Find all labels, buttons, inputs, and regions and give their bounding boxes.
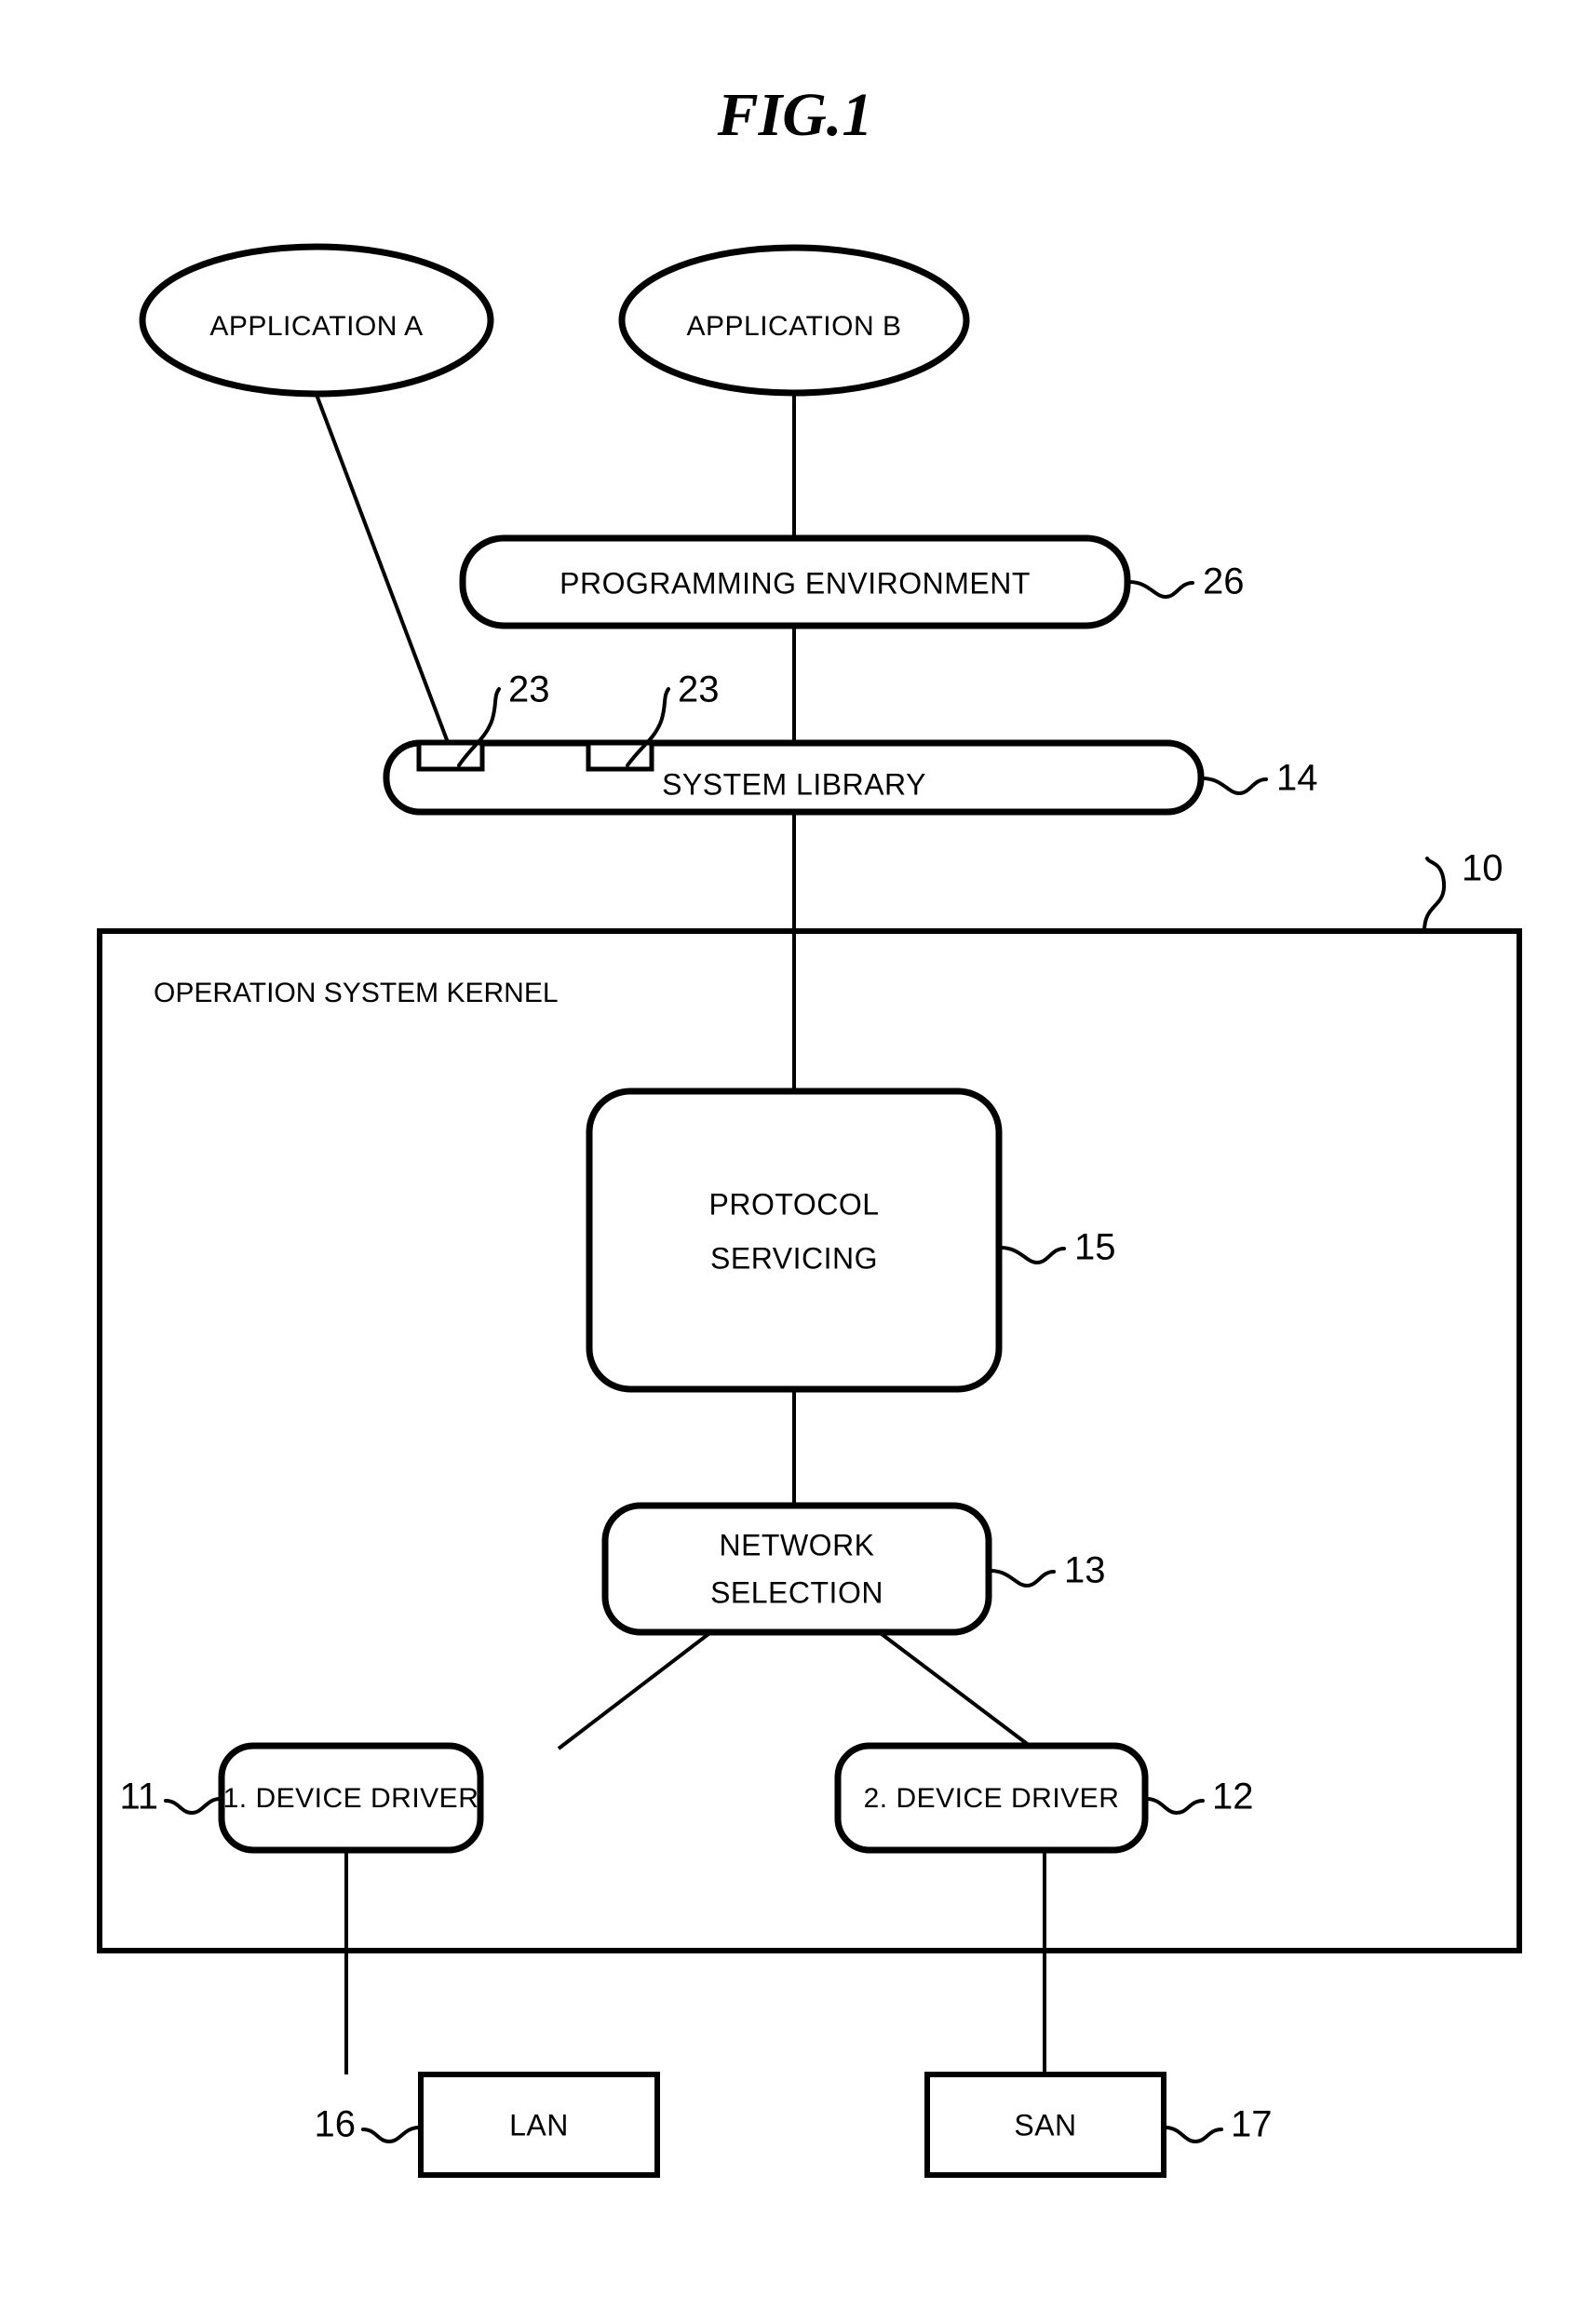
ref-numeral-12: 12 (1212, 1777, 1254, 1817)
leader-line-10 (1422, 857, 1447, 933)
lan-label: LAN (509, 2108, 569, 2142)
connector-network-selection-to-device-driver-2 (876, 1629, 1035, 1750)
connector-network-selection-to-device-driver-1 (557, 1629, 714, 1750)
ref-numeral-26: 26 (1203, 561, 1245, 602)
ref-numeral-10: 10 (1462, 848, 1503, 889)
patent-figure-diagram: FIG.1 OPERATION SYSTEM KERNEL 10 APPLICA… (97, 81, 1522, 2178)
network-selection-label-line2: SELECTION (710, 1575, 883, 1609)
leader-line-26 (1127, 580, 1194, 600)
application-a-label: APPLICATION A (209, 311, 423, 342)
ref-numeral-15: 15 (1074, 1227, 1116, 1268)
leader-line-17 (1164, 2126, 1223, 2144)
ref-numeral-13: 13 (1064, 1550, 1106, 1591)
system-library-label: SYSTEM LIBRARY (662, 767, 926, 801)
ref-numeral-23-right: 23 (678, 669, 720, 710)
leader-line-12 (1145, 1797, 1205, 1816)
network-selection-label-line1: NETWORK (719, 1528, 874, 1561)
device-driver-2-label: 2. DEVICE DRIVER (864, 1783, 1120, 1814)
ref-numeral-14: 14 (1276, 758, 1318, 799)
leader-line-16 (361, 2126, 421, 2144)
leader-line-15 (999, 1246, 1066, 1265)
ref-numeral-17: 17 (1231, 2104, 1273, 2145)
leader-line-14 (1201, 777, 1268, 796)
programming-environment-label: PROGRAMMING ENVIRONMENT (560, 566, 1031, 600)
leader-line-11 (164, 1797, 222, 1816)
figure-root: FIG.1 OPERATION SYSTEM KERNEL 10 APPLICA… (0, 0, 1591, 2324)
ref-numeral-11: 11 (119, 1777, 158, 1817)
san-label: SAN (1014, 2108, 1076, 2142)
ref-numeral-23-left: 23 (508, 669, 550, 710)
connector-application-a-to-system-library (315, 394, 451, 746)
ref-numeral-16: 16 (315, 2104, 357, 2145)
protocol-servicing-box (586, 1088, 1003, 1393)
protocol-servicing-label-line2: SERVICING (710, 1241, 878, 1275)
device-driver-1-label: 1. DEVICE DRIVER (223, 1783, 479, 1814)
leader-line-13 (989, 1569, 1056, 1588)
application-b-label: APPLICATION B (686, 311, 901, 342)
os-kernel-label: OPERATION SYSTEM KERNEL (154, 978, 559, 1008)
network-selection-box (601, 1502, 992, 1636)
protocol-servicing-label-line1: PROTOCOL (709, 1187, 880, 1221)
figure-title: FIG.1 (717, 81, 873, 149)
